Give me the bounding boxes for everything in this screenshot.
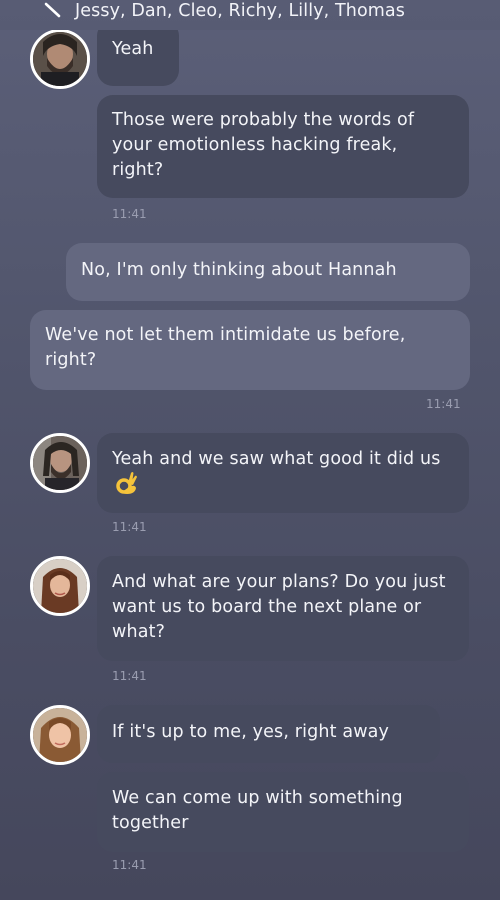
avatar-female-brown-hair[interactable] <box>30 556 90 616</box>
avatar-female-blonde[interactable] <box>30 705 90 765</box>
message-timestamp: 11:41 <box>426 397 461 411</box>
ok-hand-emoji-icon <box>114 470 140 496</box>
chat-header: Jessy, Dan, Cleo, Richy, Lilly, Thomas <box>0 0 500 30</box>
message-bubble-outgoing[interactable]: No, I'm only thinking about Hannah <box>66 243 470 301</box>
message-text: We can come up with something together <box>112 788 403 833</box>
message-timestamp: 11:41 <box>112 669 147 683</box>
message-timestamp: 11:41 <box>112 858 147 872</box>
message-bubble[interactable]: If it's up to me, yes, right away <box>97 705 440 763</box>
message-bubble[interactable]: Yeah and we saw what good it did us <box>97 433 469 513</box>
chat-title[interactable]: Jessy, Dan, Cleo, Richy, Lilly, Thomas <box>75 1 405 21</box>
message-text: We've not let them intimidate us before,… <box>45 325 406 370</box>
message-text: Yeah and we saw what good it did us <box>112 449 441 469</box>
message-text: Yeah <box>112 39 154 59</box>
message-bubble[interactable]: We can come up with something together <box>97 772 469 852</box>
message-timestamp: 11:41 <box>112 520 147 534</box>
message-text: And what are your plans? Do you just wan… <box>112 572 446 642</box>
back-arrow-icon[interactable] <box>38 0 64 18</box>
message-bubble[interactable]: And what are your plans? Do you just wan… <box>97 556 469 661</box>
avatar-male-bearded[interactable] <box>30 29 90 89</box>
message-bubble-outgoing[interactable]: We've not let them intimidate us before,… <box>30 310 470 390</box>
message-text: Those were probably the words of your em… <box>112 110 415 180</box>
message-text: If it's up to me, yes, right away <box>112 722 390 742</box>
message-timestamp: 11:41 <box>112 207 147 221</box>
avatar-male-bearded[interactable] <box>30 433 90 493</box>
message-text: No, I'm only thinking about Hannah <box>81 260 397 280</box>
message-bubble[interactable]: Those were probably the words of your em… <box>97 95 469 198</box>
